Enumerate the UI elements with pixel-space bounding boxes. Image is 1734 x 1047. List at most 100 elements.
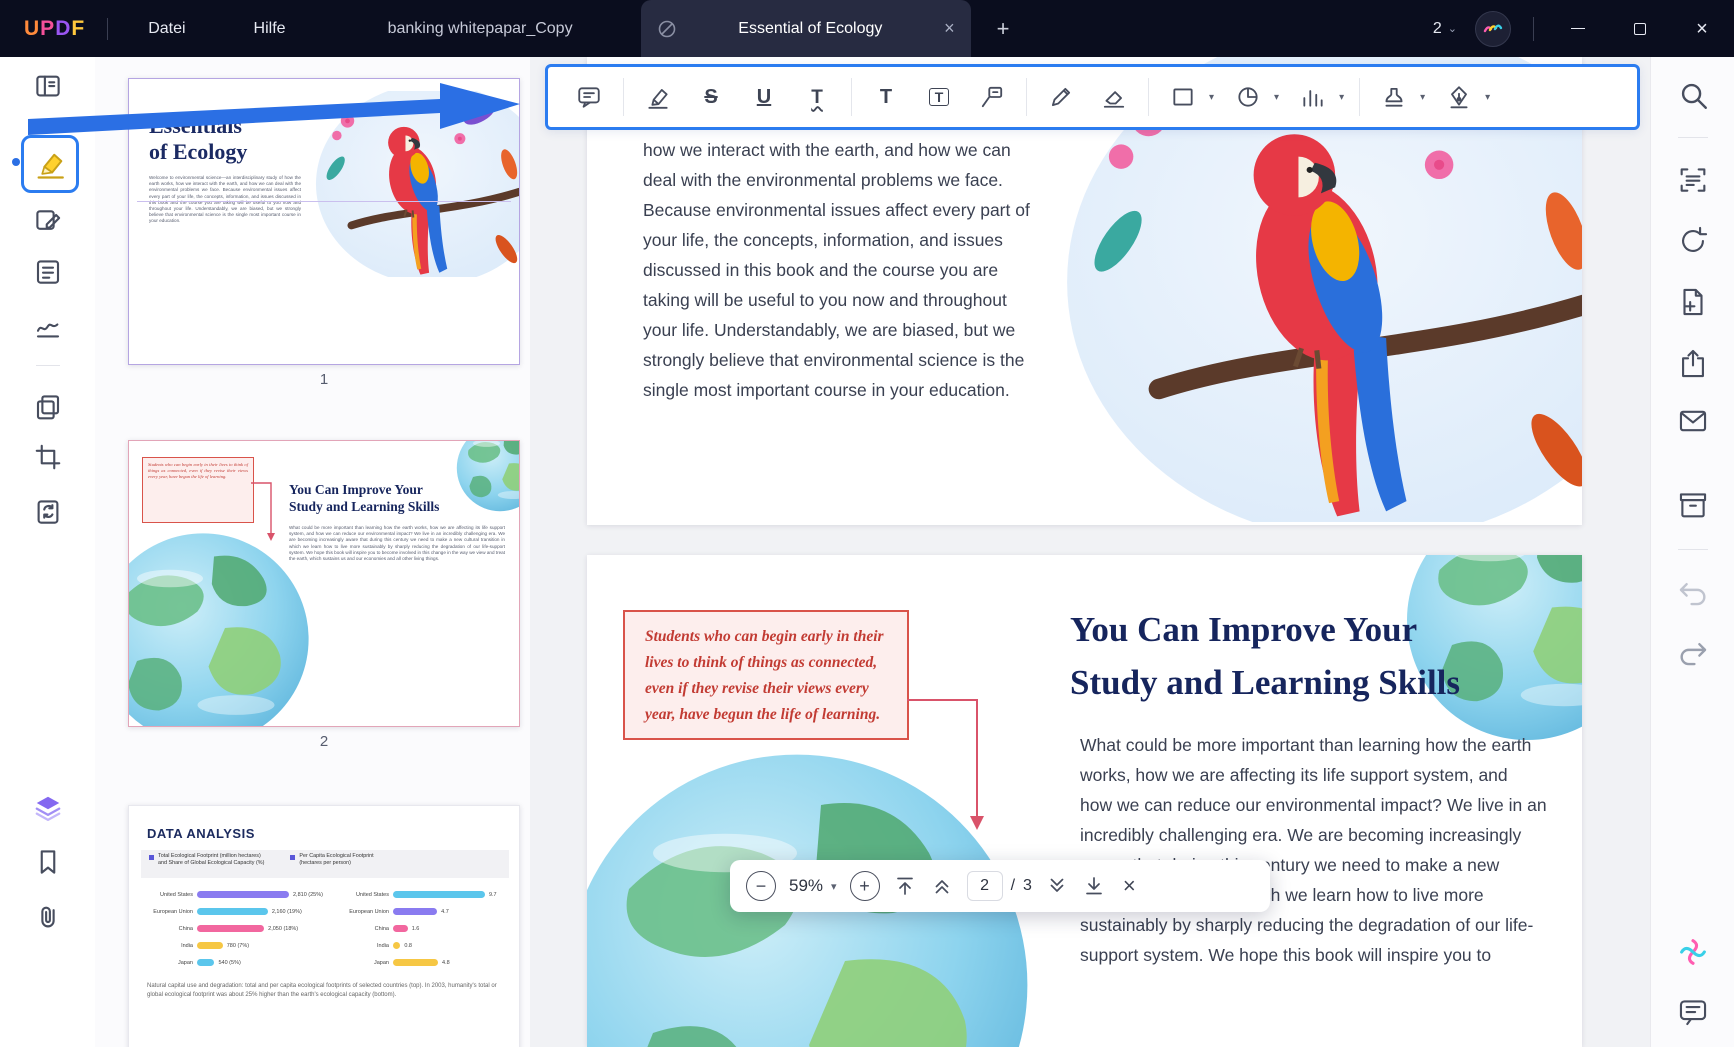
squiggly-underline-tool[interactable]: T — [798, 77, 836, 117]
caret-down-icon[interactable]: ▾ — [1485, 92, 1490, 103]
zoom-out-button[interactable]: − — [746, 871, 776, 901]
logo-letter: P — [40, 17, 55, 41]
double-chevron-up-icon — [930, 874, 954, 898]
tab-label: Essential of Ecology — [689, 20, 932, 38]
ellipse-tool[interactable] — [1229, 77, 1267, 117]
caret-down-icon[interactable]: ▾ — [1209, 92, 1214, 103]
paperclip-icon — [33, 902, 63, 932]
edit-pencil-icon — [33, 205, 63, 235]
text-comment-tool[interactable]: T — [867, 77, 905, 117]
rectangle-tool[interactable] — [1164, 77, 1202, 117]
redo-icon — [1676, 635, 1710, 669]
bookmark-button[interactable] — [33, 847, 63, 877]
mail-icon — [1676, 404, 1710, 438]
scroll-to-top-button[interactable] — [893, 874, 917, 898]
tab-banking-whitepaper[interactable]: banking whitepapar_Copy — [388, 20, 573, 38]
organize-pages-button[interactable] — [33, 392, 63, 422]
rotate-pages-button[interactable] — [1676, 224, 1710, 258]
document-page-2: Students who can begin early in theirliv… — [587, 555, 1582, 1047]
ocr-button[interactable] — [1676, 163, 1710, 197]
comments-panel-button[interactable] — [1676, 995, 1710, 1029]
caret-down-icon[interactable]: ▾ — [1339, 92, 1344, 103]
toolbar-divider — [1359, 78, 1360, 116]
reader-panel-icon — [33, 71, 63, 101]
menu-datei[interactable]: Datei — [134, 12, 199, 46]
layers-icon — [33, 793, 63, 823]
thumbnail-page-1[interactable]: Essentials of Ecology Welcome to environ… — [128, 78, 520, 365]
signature-tool[interactable] — [1440, 77, 1478, 117]
highlighter-icon — [645, 84, 671, 110]
zoom-level-dropdown[interactable]: 59% ▾ — [789, 876, 837, 896]
avatar[interactable] — [1475, 11, 1511, 47]
sign-button[interactable] — [33, 312, 63, 342]
page2-callout-box: Students who can begin early in theirliv… — [623, 610, 909, 740]
note-tool[interactable] — [570, 77, 608, 117]
right-tool-rail — [1650, 57, 1734, 1047]
parrot-illustration — [314, 91, 519, 277]
crop-button[interactable] — [33, 442, 63, 472]
tab-label: banking whitepapar_Copy — [388, 20, 573, 38]
underline-tool[interactable]: U — [745, 77, 783, 117]
caret-down-icon[interactable]: ▾ — [1274, 92, 1279, 103]
highlight-tool[interactable] — [639, 77, 677, 117]
close-window-button[interactable]: × — [1680, 9, 1724, 49]
insert-page-button[interactable] — [1676, 285, 1710, 319]
pencil-tool[interactable] — [1042, 77, 1080, 117]
zoom-in-button[interactable]: + — [850, 871, 880, 901]
read-mode-button[interactable] — [33, 71, 63, 101]
eraser-tool[interactable] — [1095, 77, 1133, 117]
text-callout-tool[interactable] — [973, 77, 1011, 117]
stamp-tool[interactable] — [1375, 77, 1413, 117]
convert-button[interactable] — [33, 497, 63, 527]
text-box-tool[interactable]: T — [920, 77, 958, 117]
tab-count-dropdown[interactable]: 2 ⌄ — [1433, 20, 1457, 38]
logo-letter: D — [55, 17, 71, 41]
bookmark-icon — [33, 847, 63, 877]
updf-logo[interactable]: U P D F — [24, 17, 85, 41]
selection-line — [137, 201, 511, 202]
previous-page-button[interactable] — [930, 874, 954, 898]
page-indicator: 2 / 3 — [967, 871, 1032, 901]
attachment-button[interactable] — [33, 902, 63, 932]
edit-pdf-button[interactable] — [33, 205, 63, 235]
search-button[interactable] — [1676, 78, 1710, 112]
tab-essential-of-ecology[interactable]: Essential of Ecology × — [641, 0, 971, 57]
next-page-button[interactable] — [1045, 874, 1069, 898]
ai-sparkle-icon — [1676, 935, 1710, 969]
new-tab-button[interactable]: + — [997, 16, 1010, 42]
page-separator: / — [1011, 877, 1015, 895]
caret-down-icon[interactable]: ▾ — [1420, 92, 1425, 103]
titlebar-divider — [1533, 17, 1534, 41]
layers-button[interactable] — [33, 793, 63, 823]
redo-button[interactable] — [1676, 635, 1710, 669]
toolbar-divider — [623, 78, 624, 116]
share-button[interactable] — [1676, 347, 1710, 381]
page-number-input[interactable]: 2 — [967, 871, 1003, 901]
text-callout-icon — [979, 84, 1005, 110]
strikeout-tool[interactable]: S — [692, 77, 730, 117]
scroll-to-bottom-button[interactable] — [1082, 874, 1106, 898]
thumbnail-page-3[interactable]: DATA ANALYSIS Total Ecological Footprint… — [128, 805, 520, 1047]
chart-tool[interactable] — [1294, 77, 1332, 117]
page-plus-icon — [1676, 285, 1710, 319]
squiggly-underline-icon: T — [811, 88, 823, 107]
pages-icon — [33, 392, 63, 422]
minimize-button[interactable] — [1556, 9, 1600, 49]
comment-mode-button-selected[interactable] — [21, 135, 79, 193]
thumb1-body-text: Welcome to environmental science—an inte… — [149, 175, 301, 325]
tab-count-value: 2 — [1433, 20, 1442, 38]
thumbnail-page-2[interactable]: Students who can begin early in their li… — [128, 440, 520, 727]
thumb3-caption: Natural capital use and degradation: tot… — [147, 982, 503, 999]
circle-pie-icon — [1235, 84, 1261, 110]
save-archive-button[interactable] — [1676, 488, 1710, 522]
menu-hilfe[interactable]: Hilfe — [240, 12, 300, 46]
email-button[interactable] — [1676, 404, 1710, 438]
ai-assistant-button[interactable] — [1676, 935, 1710, 969]
maximize-button[interactable] — [1618, 9, 1662, 49]
earth-illustration — [455, 440, 520, 513]
close-tab-icon[interactable]: × — [944, 18, 955, 39]
close-zoombar-button[interactable]: × — [1123, 873, 1136, 899]
undo-button[interactable] — [1676, 575, 1710, 609]
forms-button[interactable] — [33, 257, 63, 287]
double-chevron-down-icon — [1045, 874, 1069, 898]
